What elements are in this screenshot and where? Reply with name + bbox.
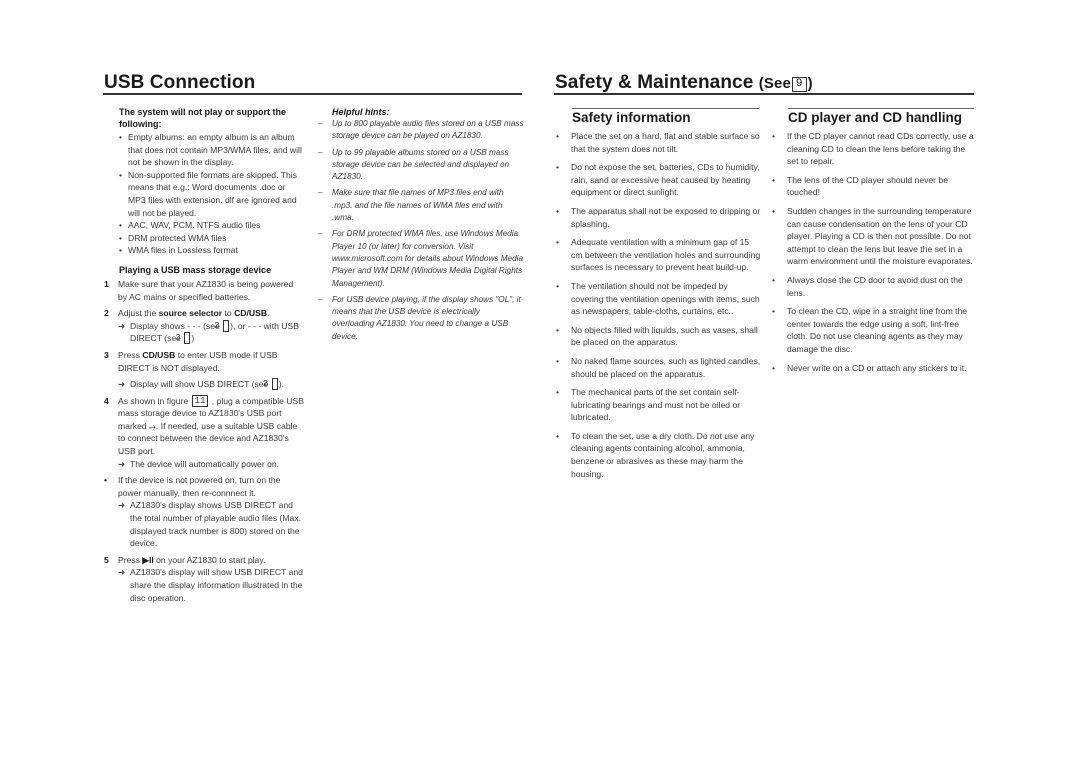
arrow-icon: ➜	[118, 500, 126, 511]
cd-handling: CD player and CD handling • If the CD pla…	[772, 110, 976, 380]
figure-ref: 2	[214, 319, 230, 332]
safety-heading: Safety information	[572, 110, 691, 125]
figure-ref: 11	[191, 394, 209, 407]
list-item: • No objects filled with liquids, such as…	[556, 324, 758, 348]
usb-connection-title: USB Connection	[104, 72, 256, 93]
figure-ref: 3	[175, 332, 191, 345]
helpful-hints: Helpful hints: – Up to 800 playable audio…	[318, 106, 524, 347]
list-item: • Never write on a CD or attach any stick…	[772, 362, 967, 373]
section-rule	[788, 108, 974, 109]
list-item: • Adequate ventilation with a minimum gap…	[556, 237, 761, 273]
arrow-icon: ➜	[118, 320, 126, 331]
playing-heading: Playing a USB mass storage device	[119, 264, 272, 275]
playing-steps: 1 Make sure that your AZ1830 is being po…	[104, 278, 304, 604]
list-item: • Always close the CD door to avoid dust …	[772, 274, 963, 298]
list-item: • The lens of the CD player should never …	[772, 174, 948, 198]
list-item: • No naked flame sources, such as lighted…	[556, 355, 761, 379]
hint-item: – For USB device playing, if the display …	[318, 294, 521, 341]
list-item: • To clean the set, use a dry cloth. Do n…	[556, 430, 755, 479]
usb-column: The system will not play or support the …	[104, 106, 304, 604]
play-pause-icon: ▶II	[142, 554, 154, 565]
list-item: WMA files in Lossless format	[119, 244, 304, 257]
list-item: DRM protected WMA files	[119, 232, 304, 245]
list-item: AAC, WAV, PCM. NTFS audio files	[119, 219, 304, 232]
step-3: 3 Press CD/USB to enter USB mode if USB …	[104, 349, 304, 391]
hints-heading: Helpful hints:	[332, 107, 390, 117]
not-supported-list: Empty albums: an empty album is an album…	[104, 131, 304, 257]
hints-list: – Up to 800 playable audio files stored o…	[318, 118, 524, 343]
list-item: • Sudden changes in the surrounding tempe…	[772, 205, 973, 267]
hint-item: – For DRM protected WMA files, use Window…	[318, 229, 524, 288]
figure-ref: 2	[263, 378, 278, 391]
cd-heading: CD player and CD handling	[788, 110, 963, 125]
result-arrow-line: ➜ Display will show USB DIRECT (see 2).	[118, 378, 284, 391]
list-item: • If the CD player cannot read CDs correc…	[772, 131, 974, 167]
list-item: • The mechanical parts of the set contain…	[556, 387, 741, 423]
arrow-icon: ➜	[118, 379, 126, 390]
list-item: • To clean the CD, wipe in a straight lin…	[772, 306, 968, 354]
step-5: 5 Press ▶II on your AZ1830 to start play…	[104, 554, 303, 603]
list-item: • Do not expose the set, batteries, CDs t…	[556, 162, 760, 198]
list-item: • The apparatus shall not be exposed to d…	[556, 205, 761, 229]
figure-ref: 9	[791, 77, 807, 92]
result-arrow-line: ➜ Display shows - - - (see 2), or - - - w…	[118, 319, 299, 345]
section-rule	[572, 108, 759, 109]
list-item: • Place the set on a hard, flat and stabl…	[556, 131, 760, 154]
safety-list: • Place the set on a hard, flat and stabl…	[556, 130, 762, 480]
hint-item: – Make sure that file names of MP3 files …	[318, 188, 504, 223]
safety-maintenance-title: Safety & Maintenance (See 9)	[555, 72, 813, 93]
not-supported-heading: The system will not play or support the …	[119, 107, 287, 129]
step-1: 1 Make sure that your AZ1830 is being po…	[104, 278, 294, 302]
arrow-icon: ➜	[118, 567, 126, 578]
safety-information: Safety information • Place the set on a h…	[556, 110, 762, 486]
list-item: Non-supported file formats are skipped. …	[119, 169, 304, 219]
result-arrow-line: ➜ AZ1830's display will show USB DIRECT a…	[118, 567, 303, 603]
hint-item: – Up to 800 playable audio files stored o…	[318, 119, 524, 141]
title-rule	[554, 93, 974, 95]
list-item: Empty albums: an empty album is an album…	[119, 131, 304, 169]
cd-list: • If the CD player cannot read CDs correc…	[772, 130, 976, 374]
result-arrow-line: ➜ AZ1830's display shows USB DIRECT and t…	[118, 500, 302, 549]
step-bullet: • If the device is not powered on, turn …	[104, 474, 304, 550]
arrow-icon: ➜	[118, 458, 126, 469]
hint-item: – Up to 99 playable albums stored on a US…	[318, 147, 510, 182]
list-item: • The ventilation should not be impeded b…	[556, 280, 760, 317]
step-4: 4 As shown in figure 11 , plug a compati…	[104, 394, 305, 469]
result-arrow-line: ➜ The device will automatically power on.	[118, 458, 280, 469]
step-2: 2 Adjust the source selector to CD/USB. …	[104, 307, 304, 345]
title-rule	[103, 93, 522, 95]
